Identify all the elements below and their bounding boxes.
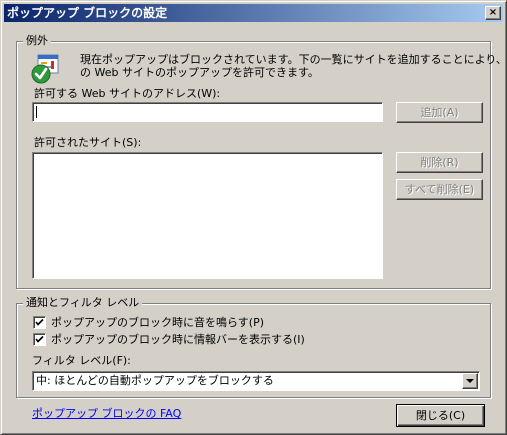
exceptions-legend: 例外 [23,34,51,48]
popup-shield-check-icon [29,53,61,85]
close-icon: × [488,7,498,18]
title-bar[interactable]: ポップアップ ブロックの設定 × [4,4,503,22]
address-input[interactable] [32,102,383,122]
checkmark-icon [35,318,44,326]
window-title: ポップアップ ブロックの設定 [7,6,168,20]
close-button[interactable]: 閉じる(C) [396,404,485,427]
remove-button[interactable]: 削除(R) [396,152,483,173]
info-text-line-2: の Web サイトのポップアップを許可できます。 [80,66,319,79]
chevron-down-icon [466,379,474,383]
infobar-checkbox[interactable] [33,333,46,346]
remove-all-button[interactable]: すべて削除(E) [396,179,483,200]
infobar-checkbox-label[interactable]: ポップアップのブロック時に情報バーを表示する(I) [51,333,305,347]
filter-level-select[interactable]: 中: ほとんどの自動ポップアップをブロックする [32,371,480,391]
add-button[interactable]: 追加(A) [396,102,483,123]
notification-legend: 通知とフィルタ レベル [23,296,143,310]
popup-blocker-settings-dialog: ポップアップ ブロックの設定 × 例外 現在ポップアップはブロックされています。… [0,0,507,435]
checkmark-icon [35,335,44,343]
info-text-line-1: 現在ポップアップはブロックされています。下の一覧にサイトを追加することにより、特… [80,53,507,66]
allowed-sites-label: 許可されたサイト(S): [34,136,142,149]
allowed-sites-list[interactable] [32,152,383,279]
address-label: 許可する Web サイトのアドレス(W): [34,87,221,100]
text-caret [36,106,37,118]
dropdown-arrow-button[interactable] [462,373,478,389]
sound-checkbox[interactable] [33,316,46,329]
faq-link[interactable]: ポップアップ ブロックの FAQ [32,407,181,421]
close-window-button[interactable]: × [485,6,501,20]
filter-level-label: フィルタ レベル(F): [32,354,131,367]
sound-checkbox-label[interactable]: ポップアップのブロック時に音を鳴らす(P) [51,316,264,330]
filter-level-value: 中: ほとんどの自動ポップアップをブロックする [36,374,274,387]
